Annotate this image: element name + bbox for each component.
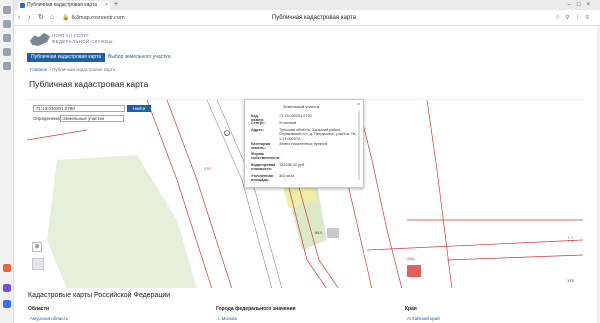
breadcrumb-current: Публичная кадастровая карта: [52, 67, 116, 72]
green-area: [47, 155, 197, 288]
history-icon[interactable]: [3, 34, 11, 42]
cadastral-search-input[interactable]: 71:13:030201:2790: [33, 105, 125, 112]
tab-bar: Публичная кадастровая карта × + –□×: [14, 0, 600, 10]
col-krai-title: Края: [405, 306, 417, 312]
browser-tab[interactable]: Публичная кадастровая карта ×: [18, 1, 110, 10]
popup-scrollbar[interactable]: [358, 110, 360, 180]
col-oblasti-title: Области: [28, 306, 50, 312]
reload-icon[interactable]: ↻: [38, 13, 44, 23]
row-label: Категория земель:: [251, 142, 271, 151]
map-label: 644: [315, 230, 322, 235]
row-value: Тульская область, Заокский район, Страхо…: [279, 128, 356, 141]
forward-icon[interactable]: ›: [28, 13, 30, 23]
page-title-center: Публичная кадастровая карта: [271, 15, 357, 21]
map-label: 268: [407, 256, 414, 261]
home-nav-icon[interactable]: ⌂: [50, 13, 54, 23]
logo-line-2: ФЕДЕРАЛЬНОЙ СЛУЖБЫ: [52, 38, 113, 44]
breadcrumb-home[interactable]: Главная: [30, 67, 47, 72]
row-label: Уточненная площадь:: [251, 174, 273, 183]
define-label: Определение:: [33, 116, 63, 121]
define-select[interactable]: Земельные участки: [60, 115, 124, 122]
page-heading: Публичная кадастровая карта: [29, 79, 149, 89]
rosreestr-logo-icon[interactable]: [30, 33, 50, 46]
url-field[interactable]: lk3map.rosreestr.com: [72, 13, 232, 23]
row-label: Статус:: [251, 121, 266, 125]
region-link[interactable]: Алтайский край: [407, 316, 440, 321]
address-bar: ‹ › ↻ ⌂ 🔒 lk3map.rosreestr.com Публичная…: [14, 10, 600, 26]
layers-icon[interactable]: [32, 258, 44, 270]
nav-cadastral-map-button[interactable]: Публичная кадастровая карта: [27, 53, 106, 62]
toolbar-icons[interactable]: ☆⚲⋮≡: [555, 13, 594, 23]
building-red: [407, 265, 421, 277]
tab-title: Публичная кадастровая карта: [27, 2, 98, 8]
map-marker-icon[interactable]: [224, 130, 230, 136]
row-value: 152038.32 руб.: [279, 163, 306, 167]
browser-sidebar: [0, 0, 14, 323]
close-icon[interactable]: ×: [357, 102, 360, 108]
row-value: Учтенный: [279, 121, 297, 125]
assistant-icon[interactable]: [3, 284, 11, 292]
regions-heading: Кадастровые карты Российской Федерации: [28, 292, 171, 299]
settings-icon[interactable]: [3, 62, 11, 70]
home-icon[interactable]: [3, 6, 11, 14]
new-tab-icon[interactable]: +: [114, 0, 118, 10]
window-controls[interactable]: –□×: [568, 0, 596, 10]
search-button[interactable]: Найти: [127, 105, 151, 112]
row-value: Земли населенных пунктов: [279, 142, 328, 146]
region-link[interactable]: Амурская область: [30, 316, 68, 321]
row-label: Адрес:: [251, 128, 264, 132]
close-tab-icon[interactable]: ×: [105, 1, 108, 10]
lock-icon: 🔒: [62, 15, 70, 21]
col-cities-title: Города федерального значения: [216, 306, 296, 312]
fullscreen-icon[interactable]: ⛶: [568, 237, 573, 245]
nav-land-selection-link[interactable]: Выбор земельного участка: [108, 53, 171, 62]
map-label: 175: [567, 278, 574, 283]
bookmark-icon[interactable]: [3, 20, 11, 28]
row-value: 71:13:030201:2790: [279, 114, 312, 118]
app-icon[interactable]: [3, 264, 11, 272]
download-icon[interactable]: [3, 48, 11, 56]
back-icon[interactable]: ‹: [18, 13, 20, 23]
map-label: 270: [204, 166, 211, 171]
parcel-info-popup: Земельный участок × Кад. номер: 71:13:030…: [244, 99, 364, 188]
row-label: Форма собственности:: [251, 152, 281, 161]
building: [327, 228, 339, 238]
region-link[interactable]: г. Москва: [218, 316, 237, 321]
zoom-control-icon[interactable]: ⊕: [32, 242, 42, 252]
popup-title: Земельный участок: [283, 104, 320, 109]
row-label: Кадастровая стоимость:: [251, 163, 276, 172]
portal-logo-text: ПОРТАЛ УСЛУГ ФЕДЕРАЛЬНОЙ СЛУЖБЫ: [52, 33, 113, 44]
favicon-icon: [20, 3, 25, 8]
breadcrumb: Главная » Публичная кадастровая карта: [30, 67, 115, 72]
row-value: 300 кв.м: [279, 174, 294, 178]
messenger-icon[interactable]: [3, 300, 11, 308]
